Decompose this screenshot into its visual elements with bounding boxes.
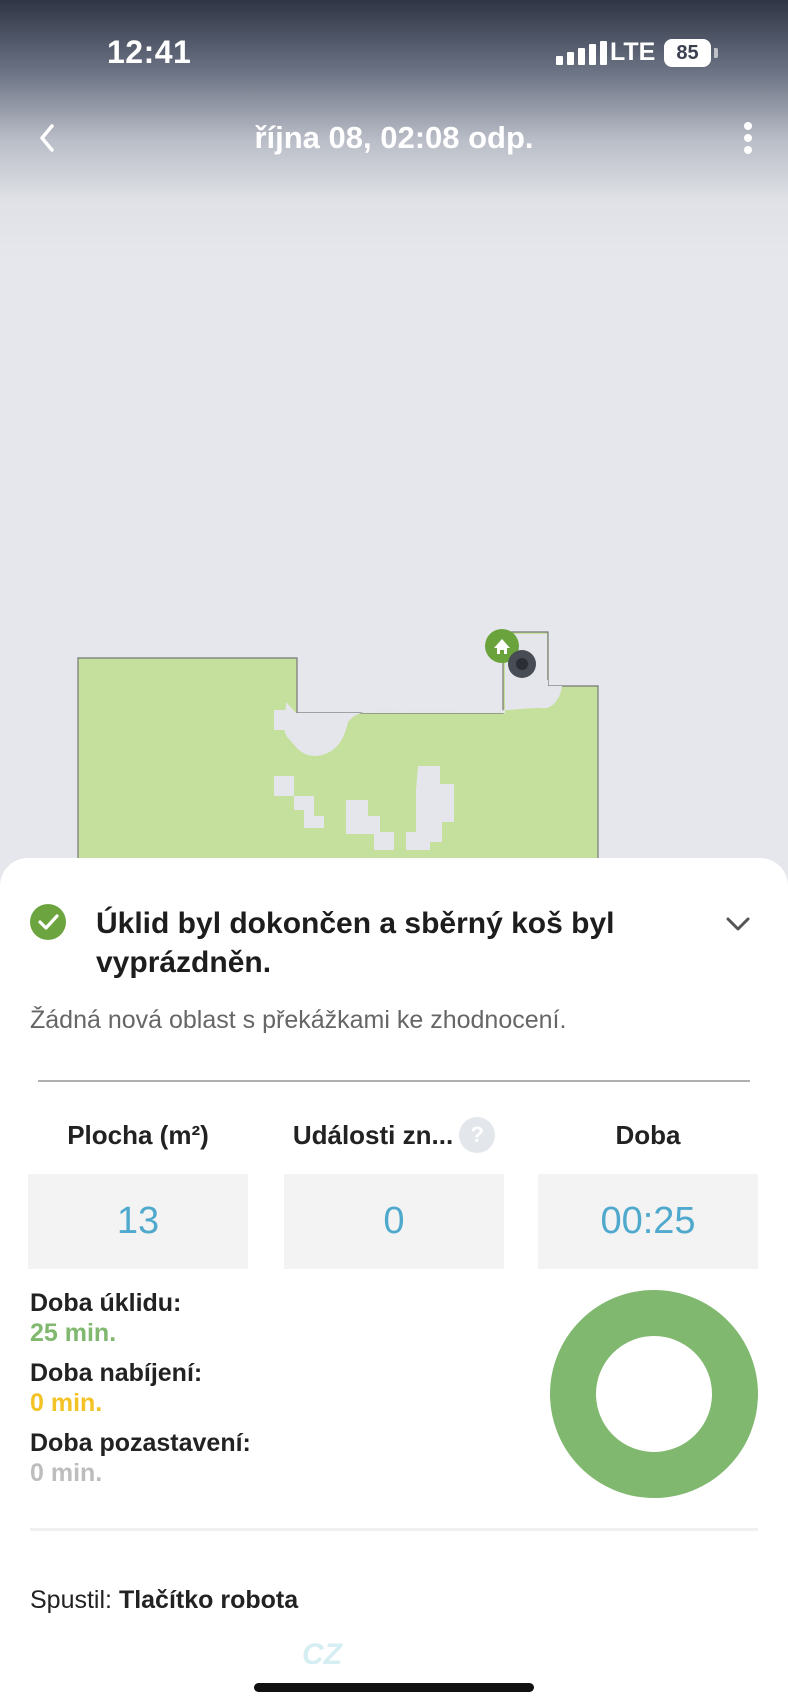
divider bbox=[38, 1080, 750, 1082]
network-type: LTE bbox=[610, 38, 656, 66]
stat-duration: Doba 00:25 bbox=[538, 1110, 758, 1269]
divider bbox=[30, 1528, 758, 1531]
watermark-logo: CZ bbox=[302, 1638, 342, 1671]
charging-time-value: 0 min. bbox=[30, 1389, 103, 1417]
status-title: Úklid byl dokončen a sběrný koš byl vypr… bbox=[96, 907, 615, 979]
cleaning-time-label: Doba úklidu: bbox=[30, 1289, 182, 1317]
battery-cap bbox=[714, 48, 718, 58]
cleaning-map[interactable] bbox=[0, 600, 788, 900]
uncleaned-area bbox=[274, 710, 294, 730]
obstacle-subtitle: Žádná nová oblast s překážkami ke zhodno… bbox=[30, 1006, 567, 1034]
home-indicator[interactable] bbox=[254, 1683, 534, 1692]
stat-area-label: Plocha (m²) bbox=[67, 1120, 209, 1150]
status-bar: 12:41 LTE 85 bbox=[0, 0, 788, 100]
signal-icon bbox=[556, 41, 607, 65]
donut-cleaning-segment bbox=[550, 1290, 758, 1498]
more-vertical-icon[interactable] bbox=[736, 116, 760, 160]
time-donut-chart bbox=[550, 1290, 758, 1498]
map-area[interactable]: 12:41 LTE 85 října 08, 02:08 odp. bbox=[0, 0, 788, 900]
page-title: října 08, 02:08 odp. bbox=[254, 120, 534, 155]
started-by-label: Spustil: bbox=[30, 1586, 119, 1614]
stat-duration-label: Doba bbox=[615, 1120, 681, 1150]
check-circle-icon bbox=[30, 904, 66, 940]
stat-events-label-text: Události zn... bbox=[292, 1120, 454, 1150]
stat-events: Události zn... ? 0 bbox=[284, 1110, 504, 1269]
stat-duration-value: 00:25 bbox=[538, 1174, 758, 1269]
chevron-down-icon[interactable] bbox=[720, 906, 756, 942]
charging-time-label: Doba nabíjení: bbox=[30, 1359, 203, 1387]
summary-sheet: Úklid byl dokončen a sběrný koš byl vypr… bbox=[0, 858, 788, 1707]
stat-area: Plocha (m²) 13 bbox=[28, 1110, 248, 1269]
paused-time-value: 0 min. bbox=[30, 1459, 103, 1487]
stat-events-label: Události zn... ? bbox=[284, 1110, 504, 1160]
nav-bar: října 08, 02:08 odp. bbox=[0, 100, 788, 176]
stat-events-value: 0 bbox=[284, 1174, 504, 1269]
cleaning-time-value: 25 min. bbox=[30, 1319, 117, 1347]
started-by-value: Tlačítko robota bbox=[118, 1586, 299, 1614]
time-breakdown: Doba úklidu: 25 min. Doba nabíjení: 0 mi… bbox=[30, 1288, 450, 1498]
started-by: Spustil: Tlačítko robota bbox=[30, 1586, 298, 1615]
status-time: 12:41 bbox=[107, 34, 192, 70]
paused-time-label: Doba pozastavení: bbox=[30, 1429, 251, 1457]
stat-area-value: 13 bbox=[28, 1174, 248, 1269]
battery-icon: 85 bbox=[664, 39, 711, 67]
help-icon[interactable]: ? bbox=[459, 1117, 496, 1153]
robot-icon bbox=[508, 650, 536, 678]
